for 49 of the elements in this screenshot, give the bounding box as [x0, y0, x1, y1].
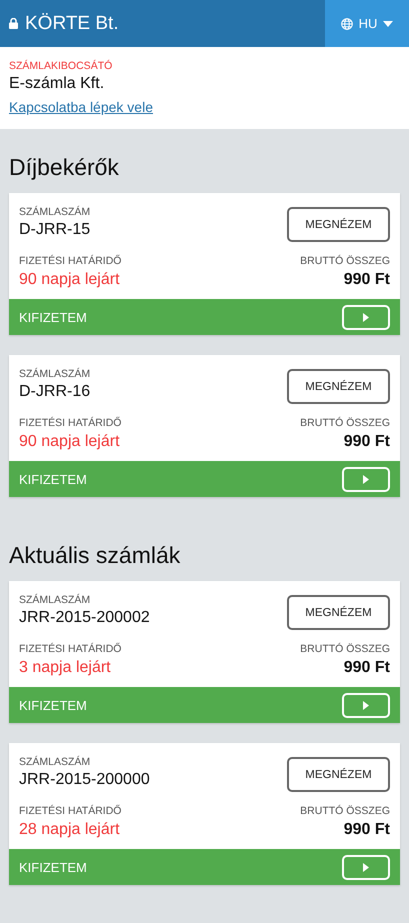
- field-label: BRUTTÓ ÖSSZEG: [300, 255, 390, 267]
- field-label: FIZETÉSI HATÁRIDŐ: [19, 255, 122, 267]
- amount: 990 Ft: [344, 659, 390, 677]
- pay-button[interactable]: [342, 854, 390, 880]
- lock-icon: [9, 18, 18, 29]
- due-status: 3 napja lejárt: [19, 659, 111, 677]
- field-label: SZÁMLASZÁM: [19, 594, 90, 606]
- caret-icon: [383, 20, 394, 26]
- amount: 990 Ft: [344, 821, 390, 839]
- view-button[interactable]: MEGNÉZEM: [287, 757, 390, 792]
- invoice-number: JRR-2015-200000: [19, 771, 150, 789]
- field-label: FIZETÉSI HATÁRIDŐ: [19, 643, 122, 655]
- amount: 990 Ft: [344, 271, 390, 289]
- view-button[interactable]: MEGNÉZEM: [287, 207, 390, 242]
- invoice-number: D-JRR-15: [19, 221, 90, 239]
- play-icon: [363, 700, 369, 710]
- field-label: SZÁMLASZÁM: [19, 206, 90, 218]
- pay-button[interactable]: [342, 692, 390, 718]
- field-label: SZÁMLASZÁM: [19, 756, 90, 768]
- issuer-name: E-számla Kft.: [9, 75, 104, 93]
- contact-link[interactable]: Kapcsolatba lépek vele: [9, 99, 153, 115]
- play-icon: [363, 474, 369, 484]
- play-icon: [363, 862, 369, 872]
- play-icon: [363, 312, 369, 322]
- field-label: BRUTTÓ ÖSSZEG: [300, 643, 390, 655]
- field-label: FIZETÉSI HATÁRIDŐ: [19, 805, 122, 817]
- globe-icon: [340, 18, 353, 30]
- field-label: BRUTTÓ ÖSSZEG: [300, 805, 390, 817]
- pay-button[interactable]: [342, 304, 390, 330]
- section-title: Aktuális számlák: [8, 541, 182, 570]
- pay-label: KIFIZETEM: [19, 310, 87, 324]
- field-label: SZÁMLASZÁM: [19, 368, 90, 380]
- pay-button[interactable]: [342, 466, 390, 492]
- field-label: BRUTTÓ ÖSSZEG: [300, 417, 390, 429]
- issuer-label: SZÁMLAKIBOCSÁTÓ: [9, 60, 112, 72]
- view-button[interactable]: MEGNÉZEM: [287, 595, 390, 630]
- due-status: 28 napja lejárt: [19, 821, 120, 839]
- pay-label: KIFIZETEM: [19, 860, 87, 874]
- invoice-number: D-JRR-16: [19, 383, 90, 401]
- due-status: 90 napja lejárt: [19, 433, 120, 451]
- due-status: 90 napja lejárt: [19, 271, 120, 289]
- company-name: KÖRTE Bt.: [25, 12, 119, 34]
- field-label: FIZETÉSI HATÁRIDŐ: [19, 417, 122, 429]
- amount: 990 Ft: [344, 433, 390, 451]
- section-title: Díjbekérők: [8, 153, 120, 182]
- view-button[interactable]: MEGNÉZEM: [287, 369, 390, 404]
- invoice-number: JRR-2015-200002: [19, 609, 150, 627]
- pay-label: KIFIZETEM: [19, 698, 87, 712]
- pay-label: KIFIZETEM: [19, 472, 87, 486]
